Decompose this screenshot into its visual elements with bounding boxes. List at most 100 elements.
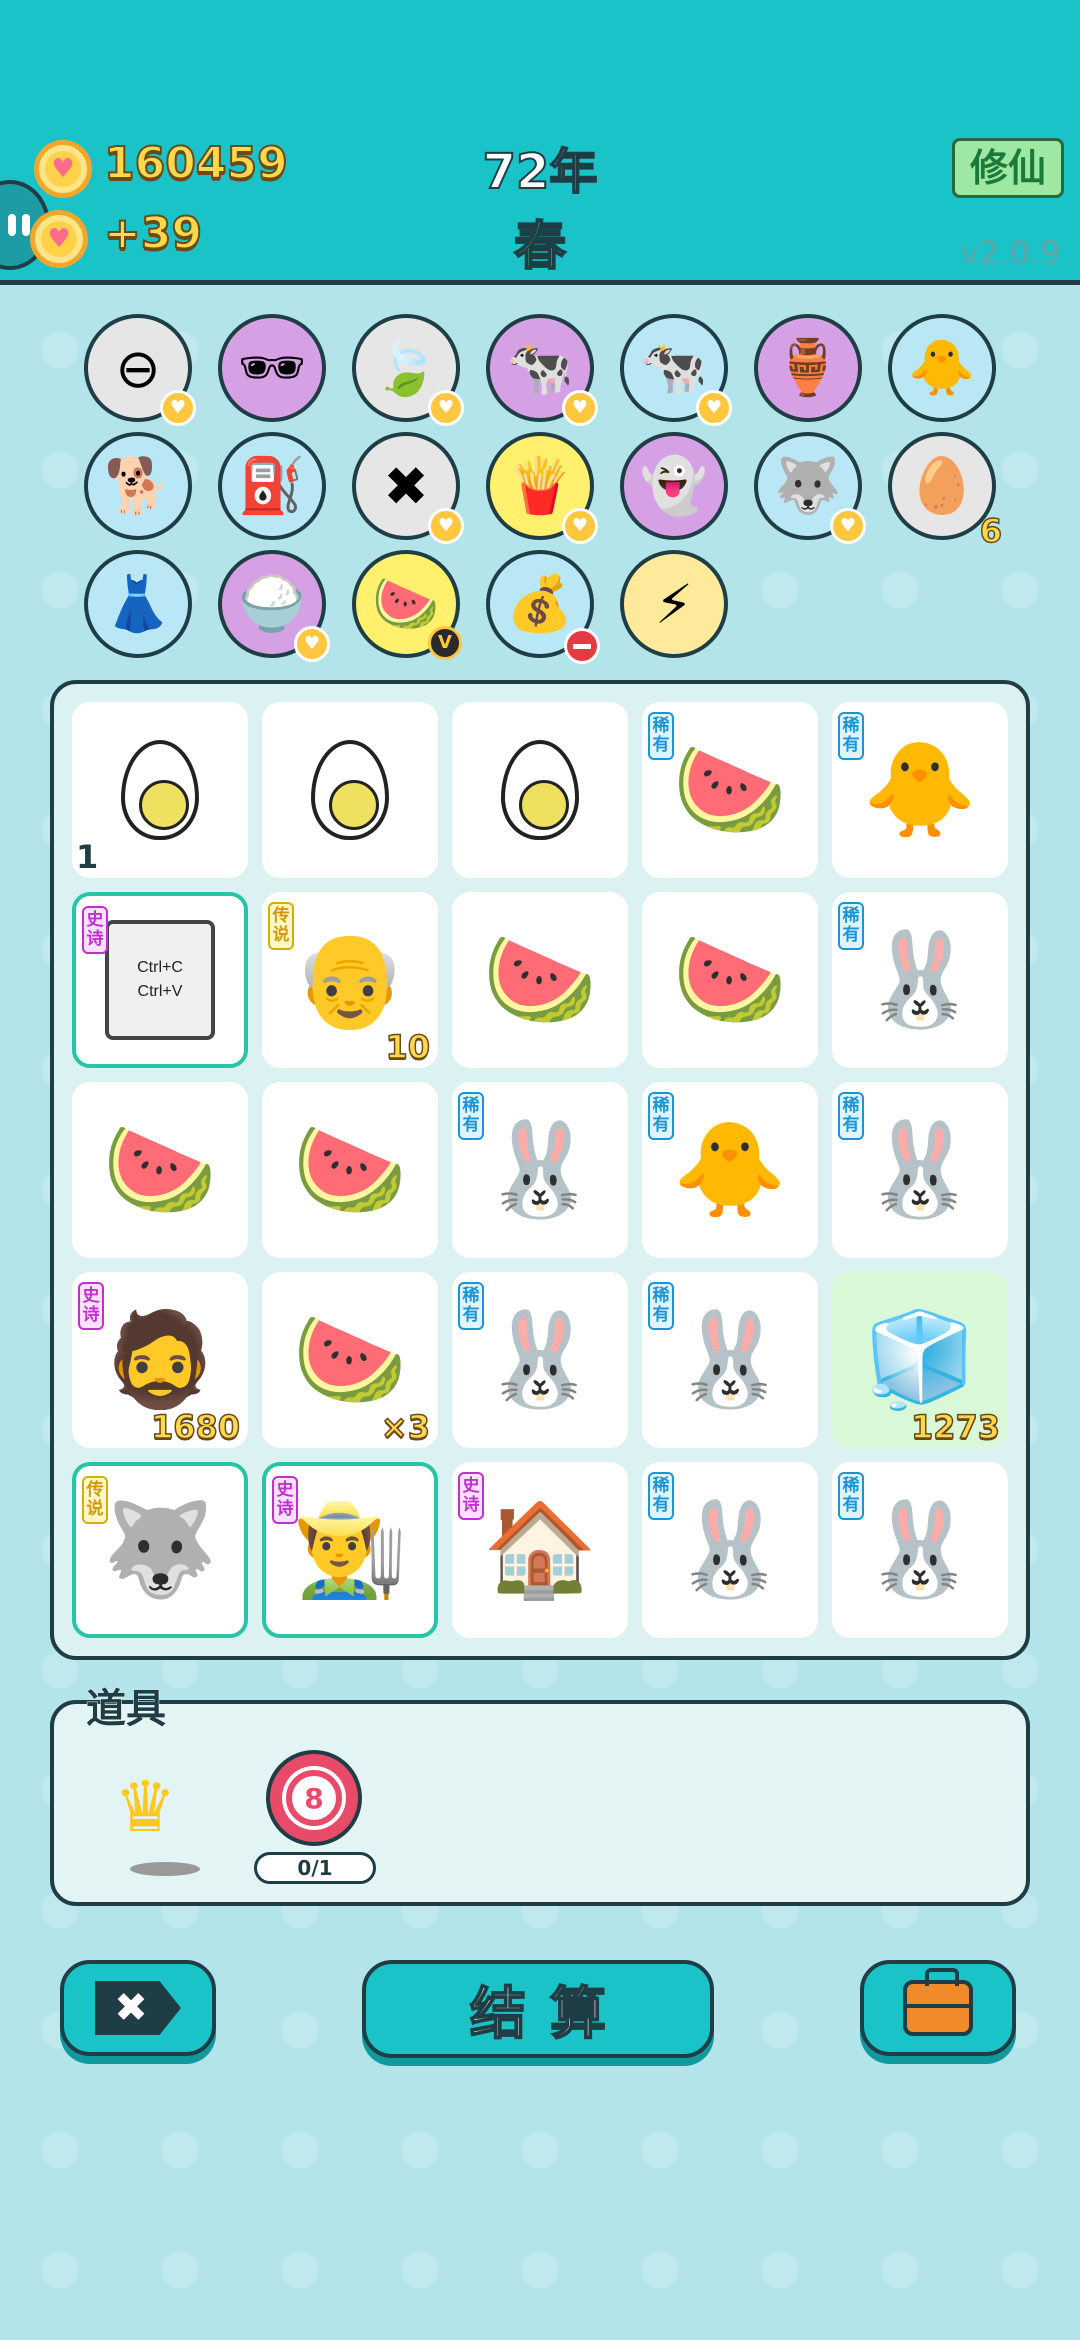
cell-value: 10 [385,1027,431,1067]
board-cell[interactable]: 1 [72,702,248,878]
relic-cool-dog-icon[interactable]: 🐕 [84,432,192,540]
relic-no-entry-icon[interactable]: ⊖ ♥ [84,314,196,426]
coin-income-icon [30,210,88,268]
rarity-tag: 稀有 [458,1092,484,1140]
heart-badge-icon: ♥ [160,390,196,426]
ctrl-c-v-icon: Ctrl+C Ctrl+V [105,920,215,1040]
board-cell[interactable] [262,702,438,878]
board-cell[interactable]: 🧊 1273 [832,1272,1008,1448]
heart-badge-icon: ♥ [428,508,464,544]
minus-badge-icon [564,628,600,664]
fries-icon: 🍟 [506,454,574,517]
leaf-icon: 🍃 [372,336,440,399]
coin-total: 160459 [103,137,289,190]
board-cell[interactable]: 🐺 传说 [72,1462,248,1638]
relic-jar-icon[interactable]: 🏺 [754,314,862,422]
coin-icon [34,140,92,198]
briefcase-icon [903,1968,973,2036]
relic-rice-bowl-icon[interactable]: 🍚 ♥ [218,550,330,662]
board-cell[interactable]: 🧔 史诗 1680 [72,1272,248,1448]
relic-eye-patch-icon[interactable]: 🕶 [218,314,326,422]
board-cell[interactable]: 🐰 稀有 [832,892,1008,1068]
board-cell[interactable]: 🐥 稀有 [642,1082,818,1258]
board-cell[interactable] [452,702,628,878]
remove-button[interactable]: ✖ [60,1960,216,2056]
board-cell[interactable]: 🍉 [262,1082,438,1258]
board-cell[interactable]: 👴 传说 10 [262,892,438,1068]
ctrl-c-text: Ctrl+C [137,959,183,976]
delete-tag-icon: ✖ [95,1981,181,2035]
rice-bowl-icon: 🍚 [238,572,306,635]
crown-icon[interactable]: ♛ [114,1766,177,1848]
settle-button[interactable]: 结算 [362,1960,714,2058]
no-entry-icon: ⊖ [115,336,161,400]
eye-patch-icon: 🕶 [237,336,307,399]
board-cell[interactable]: 🍉 [72,1082,248,1258]
relic-skirt-icon[interactable]: 👗 [84,550,192,658]
rarity-tag: 稀有 [648,1092,674,1140]
board-cell[interactable]: 🐰 稀有 [452,1082,628,1258]
inventory-button[interactable] [860,1960,1016,2056]
rarity-tag: 传说 [82,1476,108,1524]
relic-pump-icon[interactable]: ⛽ [218,432,326,540]
rarity-tag: 稀有 [838,1472,864,1520]
relic-cow-pair-icon[interactable]: 🐄 ♥ [620,314,732,426]
rarity-tag: 稀有 [838,902,864,950]
relic-count: 6 [979,511,1003,551]
board-cell[interactable]: 🍉 稀有 [642,702,818,878]
relic-seed-bag-icon[interactable]: 💰 [486,550,600,664]
fruit-basket-icon: 🍉 [372,572,440,635]
relic-leaf-icon[interactable]: 🍃 ♥ [352,314,464,426]
rarity-tag: 传说 [268,902,294,950]
board-cell[interactable]: 👨‍🌾 史诗 [262,1462,438,1638]
relic-husky-icon[interactable]: 🐺 ♥ [754,432,866,544]
relic-fries-icon[interactable]: 🍟 ♥ [486,432,598,544]
board-cell[interactable]: 🍉 [452,892,628,1068]
target-item[interactable]: 8 [266,1750,362,1846]
cow-pair-icon: 🐄 [506,336,574,399]
board-cell[interactable]: 🐰 稀有 [832,1462,1008,1638]
rabbit-icon: 🐰 [482,1116,598,1223]
relic-egg-carton-icon[interactable]: 🥚 6 [888,432,1003,551]
board-cell[interactable]: 🐰 稀有 [832,1082,1008,1258]
relic-chick-egg-icon[interactable]: 🐥 [888,314,996,422]
board-cell[interactable]: 🐥 稀有 [832,702,1008,878]
board-cell[interactable]: 🏠 史诗 [452,1462,628,1638]
skirt-icon: 👗 [104,572,172,635]
rarity-tag: 史诗 [78,1282,104,1330]
heart-badge-icon: ♥ [562,508,598,544]
cell-count: 1 [76,838,99,876]
board-cell[interactable]: 🐰 稀有 [642,1272,818,1448]
watermelon-icon: 🍉 [292,1306,408,1413]
board-cell[interactable]: 🍉 ×3 [262,1272,438,1448]
delete-tag-icon: ✖ [383,454,429,518]
lightning-icon: ⚡ [655,572,693,636]
year-label: 72年 [482,143,599,201]
mode-button[interactable]: 修仙 [952,138,1064,198]
rarity-tag: 稀有 [838,712,864,760]
board-cell[interactable]: Ctrl+C Ctrl+V 史诗 [72,892,248,1068]
egg-carton-icon: 🥚 [908,454,976,517]
coin-income: +39 [103,207,203,260]
board-cell[interactable]: 🐰 稀有 [642,1462,818,1638]
relic-fruit-basket-icon[interactable]: 🍉 V [352,550,462,660]
watermelon-icon: 🍉 [672,736,788,843]
rarity-tag: 稀有 [648,712,674,760]
board-cell[interactable]: 🐰 稀有 [452,1272,628,1448]
rarity-tag: 稀有 [458,1282,484,1330]
watermelon-icon: 🍉 [102,1116,218,1223]
relic-cow-pair-icon[interactable]: 🐄 ♥ [486,314,598,426]
relic-ghost-icon[interactable]: 👻 [620,432,728,540]
watermelon-icon: 🍉 [292,1116,408,1223]
board-cell[interactable]: 🍉 [642,892,818,1068]
husky-icon: 🐺 [774,454,842,517]
target-uses: 0/1 [254,1852,376,1884]
rabbit-icon: 🐰 [862,1116,978,1223]
watermelon-icon: 🍉 [672,926,788,1033]
relic-delete-tag-icon[interactable]: ✖ ♥ [352,432,464,544]
top-bar: 160459 +39 72年 春 修仙 v2.0.9 [0,0,1080,285]
rabbit-house-icon: 🏠 [482,1496,598,1603]
farmer-icon: 👨‍🌾 [292,1496,408,1603]
relic-lightning-icon[interactable]: ⚡ [620,550,728,658]
props-title: 道具 [86,1686,167,1733]
